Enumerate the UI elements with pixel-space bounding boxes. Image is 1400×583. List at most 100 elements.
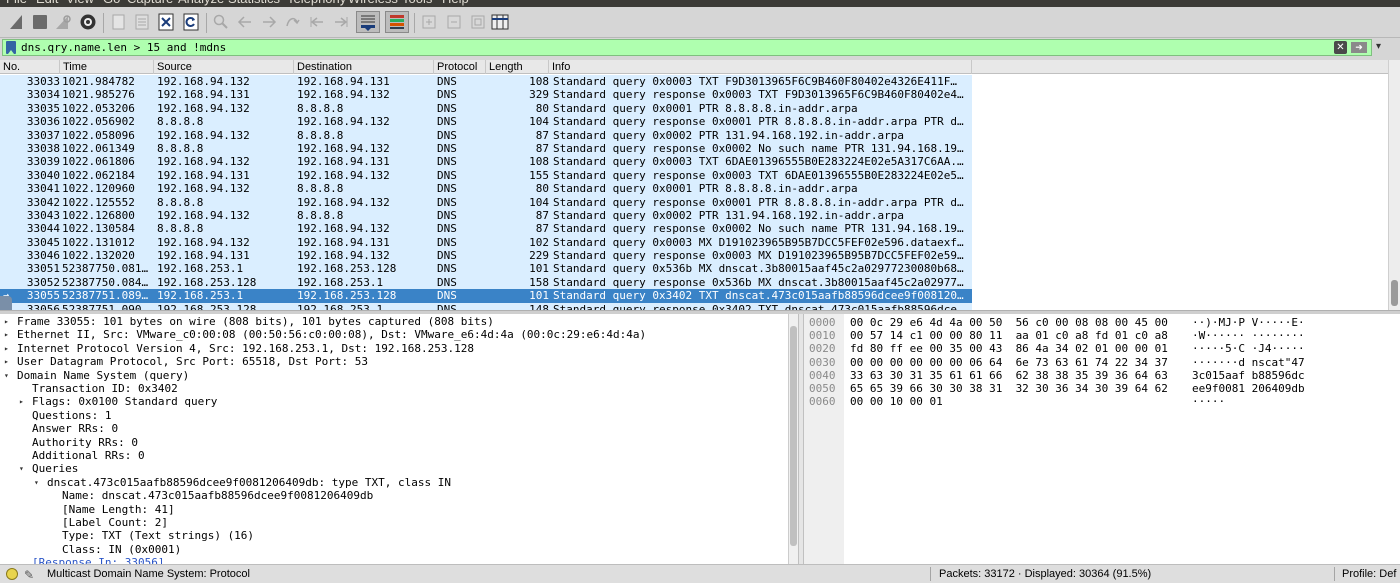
packet-row[interactable]: 33035 1022.053206 192.168.94.132 8.8.8.8 DNS… — [0, 101, 972, 116]
menu-wireless[interactable]: Wireless — [348, 0, 398, 6]
menu-help[interactable]: Help — [442, 0, 469, 6]
collapse-arrow-icon[interactable]: ▸ — [4, 328, 14, 341]
packet-row[interactable]: 33045 1022.131012 192.168.94.132 192.168.94… — [0, 235, 972, 250]
menu-statistics[interactable]: Statistics — [228, 0, 280, 6]
detail-text: Domain Name System (query) — [17, 368, 190, 382]
expert-info-icon[interactable] — [6, 568, 18, 580]
packet-row[interactable]: 33033 1021.984782 192.168.94.132 192.168.94… — [0, 75, 972, 89]
bytes-ascii: ·······d nscat"47 — [1192, 355, 1305, 369]
profile-selector[interactable]: Profile: Def — [1342, 565, 1396, 583]
expand-arrow-icon[interactable]: ▾ — [4, 369, 14, 382]
menu-telephony[interactable]: Telephony — [287, 0, 346, 6]
menu-go[interactable]: Go — [103, 0, 120, 6]
column-header-length[interactable]: Length — [486, 60, 549, 74]
save-icon[interactable] — [131, 11, 153, 33]
packet-time: 52387750.084… — [62, 275, 149, 289]
packet-bytes-pane[interactable]: 0000 00 0c 29 e6 4d 4a 00 50 56 c0 00 08 … — [804, 314, 1400, 564]
packet-row[interactable]: 33039 1022.061806 192.168.94.132 192.168.94… — [0, 155, 972, 169]
bytes-ascii: ee9f0081 206409db — [1192, 382, 1305, 395]
packet-row[interactable]: 33038 1022.061349 8.8.8.8 192.168.94.132 DNS… — [0, 141, 972, 156]
find-icon[interactable] — [210, 11, 232, 33]
menu-tools[interactable]: Tools — [402, 0, 432, 6]
expand-arrow-icon[interactable]: ▾ — [34, 476, 44, 489]
open-icon[interactable] — [108, 11, 130, 33]
column-header-info[interactable]: Info — [549, 60, 972, 74]
bookmark-icon[interactable] — [6, 41, 16, 54]
detail-text: Frame 33055: 101 bytes on wire (808 bits… — [17, 315, 494, 328]
packet-row[interactable]: 33034 1021.985276 192.168.94.131 192.168.94… — [0, 88, 972, 102]
collapse-arrow-icon[interactable]: ▸ — [4, 355, 14, 368]
packet-list-scrollbar[interactable] — [1388, 60, 1400, 310]
packet-proto: DNS — [437, 168, 457, 182]
packet-row-selected[interactable]: →3305552387751.089…192.168.253.1192.168.… — [0, 289, 972, 303]
packet-dst: 192.168.94.132 — [297, 249, 390, 263]
packet-row[interactable]: 33051 52387750.081… 192.168.253.1 192.168.2… — [0, 262, 972, 276]
intelligent-scrollbar-icon[interactable]: ▸ — [0, 296, 12, 310]
column-header-source[interactable]: Source — [154, 60, 294, 74]
zoom-out-icon[interactable] — [443, 11, 465, 33]
menu-view[interactable]: View — [66, 0, 94, 6]
column-header-no[interactable]: No. — [0, 60, 60, 74]
zoom-in-icon[interactable] — [418, 11, 440, 33]
normal-size-icon[interactable] — [467, 11, 489, 33]
first-packet-icon[interactable] — [306, 11, 328, 33]
menu-analyze[interactable]: Analyze — [178, 0, 224, 6]
resize-columns-icon[interactable] — [489, 11, 511, 33]
packet-row[interactable]: 33046 1022.132020 192.168.94.131 192.168.94… — [0, 249, 972, 263]
packet-row[interactable]: 33052 52387750.084… 192.168.253.128 192.168… — [0, 275, 972, 290]
packet-list-header: No. Time Source Destination Protocol Len… — [0, 60, 1390, 74]
detail-text: [Name Length: 41] — [62, 502, 175, 516]
menu-capture[interactable]: Capture — [127, 0, 173, 6]
packet-src: 192.168.253.1 — [157, 289, 244, 303]
detail-text: Queries — [32, 462, 79, 476]
packet-info: Standard query 0x3402 TXT dnscat.473c015… — [553, 289, 964, 303]
packet-row[interactable]: 33036 1022.056902 8.8.8.8 192.168.94.132 DNS… — [0, 115, 972, 129]
reload-icon[interactable] — [180, 11, 202, 33]
menu-bar: File Edit View Go Capture Analyze Statistics Te… — [0, 0, 1400, 7]
restart-icon[interactable] — [52, 11, 74, 33]
collapse-arrow-icon[interactable]: ▸ — [4, 342, 14, 355]
packet-row[interactable]: 33041 1022.120960 192.168.94.132 8.8.8.8 DNS… — [0, 182, 972, 196]
capture-comment-icon[interactable]: ✎ — [24, 566, 34, 583]
expand-arrow-icon[interactable]: ▾ — [19, 462, 29, 475]
forward-icon[interactable] — [258, 11, 280, 33]
packet-no: 33044 — [26, 222, 60, 236]
packet-row[interactable]: 33043 1022.126800 192.168.94.132 8.8.8.8 DNS… — [0, 208, 972, 223]
packet-len: 148 — [529, 302, 549, 310]
close-file-icon[interactable] — [155, 11, 177, 33]
collapse-arrow-icon[interactable]: ▸ — [4, 315, 14, 328]
go-to-packet-icon[interactable] — [282, 11, 304, 33]
packet-row[interactable]: 33056 52387751.090… 192.168.253.128 192.168… — [0, 302, 972, 310]
packet-no: 33038 — [26, 141, 60, 155]
autoscroll-icon[interactable] — [356, 11, 380, 33]
menu-file[interactable]: File — [6, 0, 27, 6]
packet-proto: DNS — [437, 88, 457, 102]
packet-details-tree[interactable]: ▸ Frame 33055: 101 bytes on wire (808 bit… — [0, 314, 798, 564]
apply-filter-icon[interactable]: ➜ — [1351, 42, 1367, 53]
collapse-arrow-icon[interactable]: ▸ — [19, 395, 29, 408]
display-filter-input[interactable]: dns.qry.name.len > 15 and !mdns ✕ ➜ — [2, 39, 1372, 56]
colorize-icon[interactable] — [385, 11, 409, 33]
clear-filter-icon[interactable]: ✕ — [1334, 41, 1347, 54]
packet-no: 33034 — [26, 88, 60, 102]
column-header-protocol[interactable]: Protocol — [434, 60, 486, 74]
shark-fin-icon[interactable] — [6, 11, 28, 33]
column-header-destination[interactable]: Destination — [294, 60, 434, 74]
packet-row[interactable]: 33044 1022.130584 8.8.8.8 192.168.94.132 DNS… — [0, 222, 972, 236]
packet-src: 8.8.8.8 — [157, 222, 204, 236]
back-icon[interactable] — [234, 11, 256, 33]
column-header-time[interactable]: Time — [60, 60, 154, 74]
packet-row[interactable]: 33037 1022.058096 192.168.94.132 8.8.8.8 DNS… — [0, 128, 972, 142]
main-toolbar — [0, 7, 1400, 38]
filter-dropdown-icon[interactable]: ▾ — [1376, 41, 1396, 55]
capture-options-icon[interactable] — [77, 11, 99, 33]
packet-list[interactable]: No. Time Source Destination Protocol Len… — [0, 60, 1400, 310]
packet-row[interactable]: 33042 1022.125552 8.8.8.8 192.168.94.132 DNS… — [0, 195, 972, 209]
display-filter-text[interactable]: dns.qry.name.len > 15 and !mdns — [21, 41, 226, 54]
packet-no: 33033 — [26, 75, 60, 88]
last-packet-icon[interactable] — [330, 11, 352, 33]
packet-row[interactable]: 33040 1022.062184 192.168.94.131 192.168.94… — [0, 168, 972, 183]
details-scrollbar[interactable] — [788, 314, 798, 564]
menu-edit[interactable]: Edit — [36, 0, 58, 6]
stop-icon[interactable] — [29, 11, 51, 33]
